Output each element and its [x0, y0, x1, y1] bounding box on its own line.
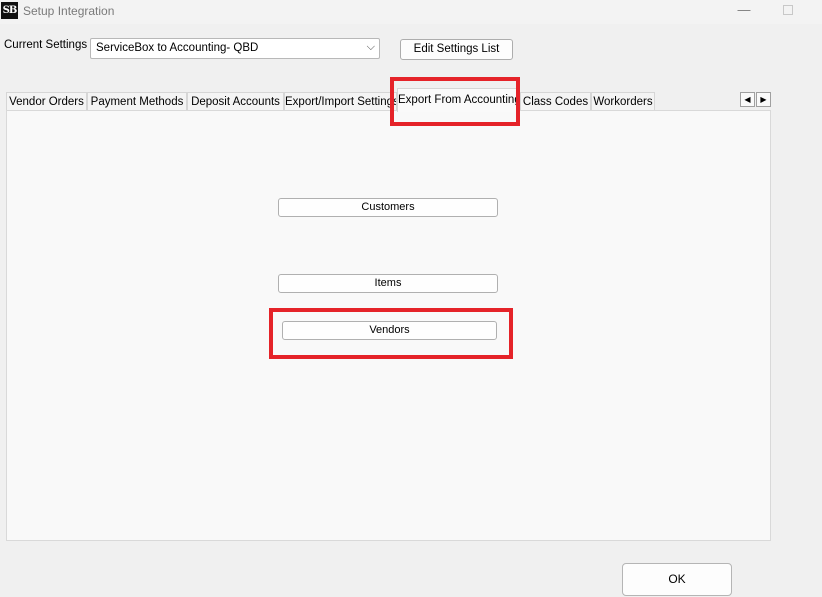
ok-button[interactable]: OK [622, 563, 732, 596]
customers-button[interactable]: Customers [278, 198, 498, 217]
tab-scroll-left-icon[interactable]: ◀ [740, 92, 755, 107]
items-button[interactable]: Items [278, 274, 498, 293]
tab-vendor-orders[interactable]: Vendor Orders [6, 92, 87, 111]
tab-workorders[interactable]: Workorders [591, 92, 655, 111]
current-settings-value: ServiceBox to Accounting- QBD [96, 42, 259, 54]
app-logo-icon: SB [1, 2, 18, 19]
chevron-down-icon: ⌵ [366, 41, 375, 53]
tab-export-import-settings[interactable]: Export/Import Settings [284, 92, 397, 111]
tab-scroll-right-icon[interactable]: ▶ [756, 92, 771, 107]
current-settings-dropdown[interactable]: ServiceBox to Accounting- QBD ⌵ [90, 38, 380, 59]
export-from-accounting-panel: Customers Items Vendors [6, 110, 771, 541]
maximize-icon[interactable] [783, 5, 793, 15]
edit-settings-list-button[interactable]: Edit Settings List [400, 39, 513, 60]
tab-payment-methods[interactable]: Payment Methods [87, 92, 187, 111]
current-settings-label: Current Settings [4, 39, 88, 51]
vendors-button[interactable]: Vendors [282, 321, 497, 340]
tab-deposit-accounts[interactable]: Deposit Accounts [187, 92, 284, 111]
window-title: Setup Integration [23, 4, 115, 18]
tab-export-from-accounting[interactable]: Export From Accounting [397, 88, 520, 112]
tab-class-codes[interactable]: Class Codes [520, 92, 591, 111]
title-bar: SB Setup Integration — [0, 0, 822, 24]
minimize-icon[interactable]: — [737, 3, 751, 17]
